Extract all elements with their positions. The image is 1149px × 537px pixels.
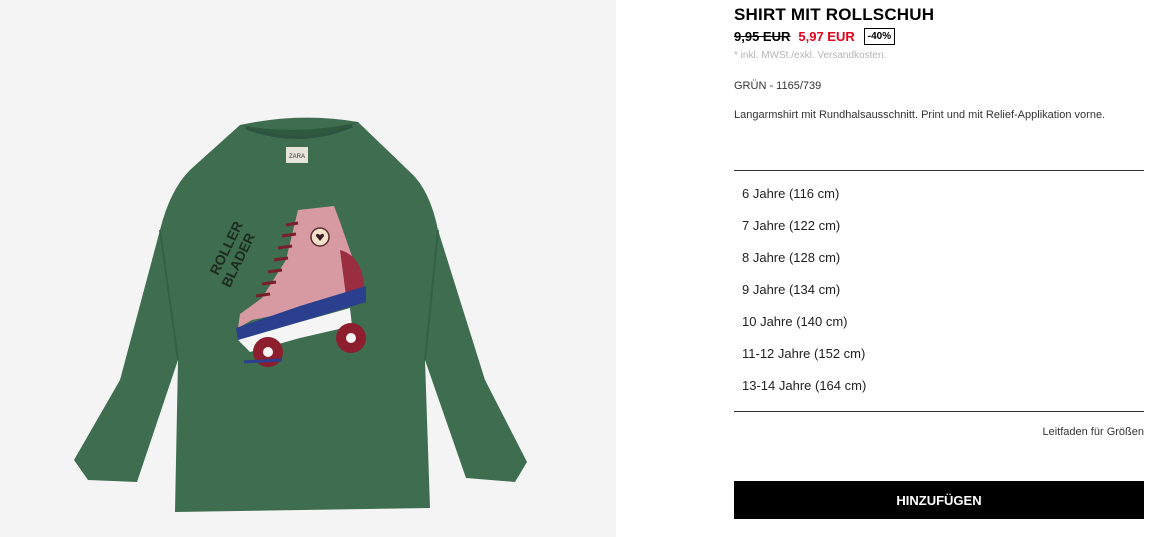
size-option[interactable]: 13-14 Jahre (164 cm)	[734, 370, 1144, 402]
add-to-cart-button[interactable]: HINZUFÜGEN	[734, 481, 1144, 519]
discount-badge: -40%	[863, 28, 896, 45]
divider	[734, 411, 1144, 412]
product-description: Langarmshirt mit Rundhalsausschnitt. Pri…	[734, 109, 1106, 121]
old-price: 9,95 EUR	[734, 29, 791, 44]
size-option[interactable]: 8 Jahre (128 cm)	[734, 242, 1144, 274]
divider	[734, 170, 1144, 171]
shirt-illustration: ZARA ROLLER BLADER	[74, 117, 527, 513]
price-row: 9,95 EUR 5,97 EUR -40%	[734, 28, 896, 45]
product-title: SHIRT MIT ROLLSCHUH	[734, 5, 935, 24]
color-reference: GRÜN - 1165/739	[734, 80, 822, 92]
product-image[interactable]: ZARA ROLLER BLADER	[0, 0, 616, 537]
size-option[interactable]: 9 Jahre (134 cm)	[734, 274, 1144, 306]
size-option[interactable]: 7 Jahre (122 cm)	[734, 210, 1144, 242]
size-option[interactable]: 6 Jahre (116 cm)	[734, 178, 1144, 210]
size-selector: 6 Jahre (116 cm) 7 Jahre (122 cm) 8 Jahr…	[734, 178, 1144, 402]
product-details: SHIRT MIT ROLLSCHUH 9,95 EUR 5,97 EUR -4…	[734, 0, 1144, 537]
size-option[interactable]: 11-12 Jahre (152 cm)	[734, 338, 1144, 370]
tax-note: * inkl. MWSt./exkl. Versandkosten.	[734, 50, 887, 61]
size-option[interactable]: 10 Jahre (140 cm)	[734, 306, 1144, 338]
sale-price: 5,97 EUR	[798, 29, 855, 44]
size-guide-link[interactable]: Leitfaden für Größen	[1042, 426, 1144, 438]
label-text: ZARA	[289, 154, 305, 160]
